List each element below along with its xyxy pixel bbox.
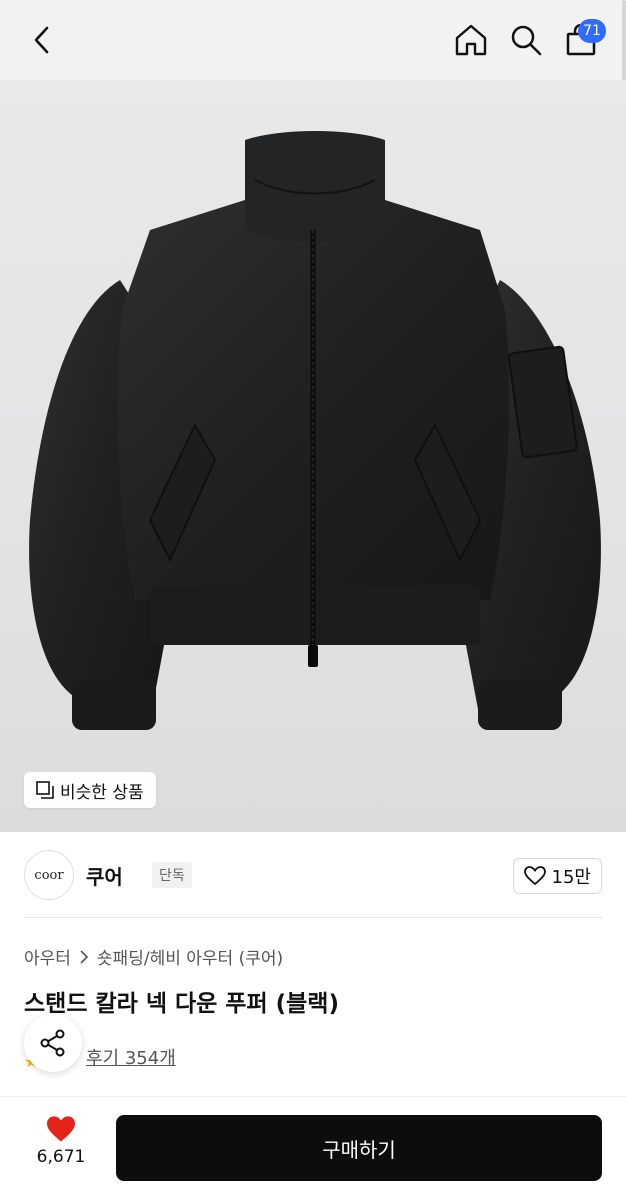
home-icon[interactable] (448, 18, 494, 62)
top-nav-bar: 71 (0, 0, 626, 82)
share-button[interactable] (24, 1014, 82, 1072)
brand-like-button[interactable]: 15만 (512, 858, 602, 894)
scrollbar[interactable] (622, 0, 626, 82)
buy-button[interactable]: 구매하기 (116, 1115, 602, 1181)
brand-name[interactable]: 쿠어 (86, 861, 123, 890)
exclusive-badge: 단독 (152, 862, 192, 888)
heart-filled-icon (47, 1116, 75, 1142)
brand-logo-text: coor (34, 867, 64, 883)
search-icon[interactable] (504, 18, 548, 62)
product-image[interactable] (0, 80, 626, 832)
wishlist-count: 6,671 (36, 1147, 86, 1167)
brand-logo[interactable]: coor (24, 850, 74, 900)
bottom-purchase-bar: 6,671 구매하기 (0, 1096, 626, 1201)
share-icon (40, 1029, 65, 1057)
divider (24, 917, 602, 918)
brand-row: coor 쿠어 단독 15만 (24, 850, 602, 900)
product-title: 스탠드 칼라 넥 다운 푸퍼 (블랙) (24, 991, 339, 1017)
cart-count-badge: 71 (578, 19, 606, 43)
breadcrumb: 아우터 숏패딩/헤비 아우터 (쿠어) (24, 944, 283, 969)
breadcrumb-item[interactable]: 아우터 (24, 944, 71, 969)
review-link[interactable]: 후기 354개 (86, 1044, 176, 1070)
brand-like-count: 15만 (551, 867, 591, 888)
wishlist-button[interactable]: 6,671 (22, 1115, 100, 1185)
similar-products-label: 비슷한 상품 (60, 782, 144, 803)
jacket-illustration (29, 131, 601, 730)
copy-squares-icon (36, 781, 54, 799)
back-arrow-icon[interactable] (20, 20, 64, 60)
heart-outline-icon (523, 866, 546, 886)
similar-products-button[interactable]: 비슷한 상품 (24, 772, 156, 808)
chevron-right-icon (80, 949, 89, 964)
breadcrumb-item[interactable]: 숏패딩/헤비 아우터 (쿠어) (97, 944, 283, 969)
